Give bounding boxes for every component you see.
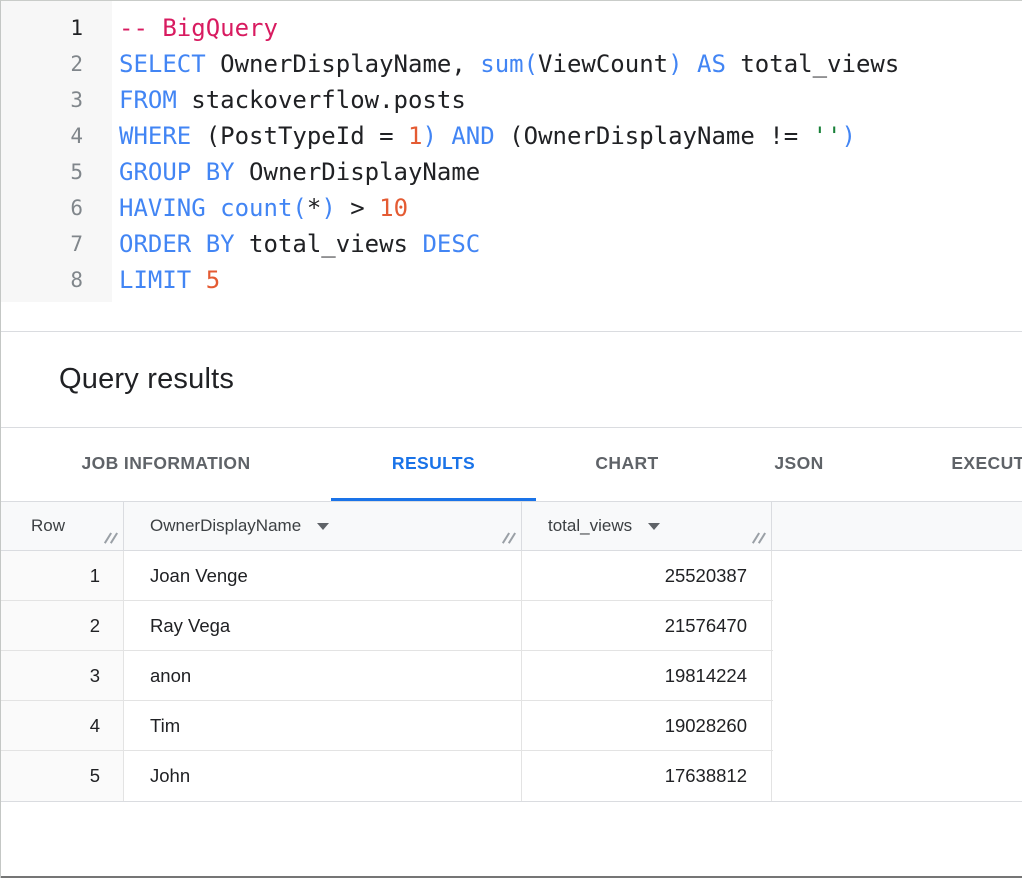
- sql-token-id: stackoverflow.posts: [177, 86, 466, 114]
- results-table-header: Row OwnerDisplayName total_views: [1, 501, 1022, 551]
- table-row: 4Tim19028260: [1, 701, 773, 751]
- sql-token-id: >: [336, 194, 379, 222]
- code-line[interactable]: FROM stackoverflow.posts: [119, 82, 1022, 118]
- query-results-title: Query results: [59, 363, 234, 396]
- column-header-total-views[interactable]: total_views: [522, 502, 772, 550]
- code-line[interactable]: -- BigQuery: [119, 10, 1022, 46]
- column-header-label: total_views: [548, 516, 632, 536]
- caret-down-icon[interactable]: [317, 523, 329, 530]
- owner-name-cell: Ray Vega: [124, 601, 522, 650]
- sql-token-id: total_views: [726, 50, 899, 78]
- code-line[interactable]: ORDER BY total_views DESC: [119, 226, 1022, 262]
- owner-name-cell: Tim: [124, 701, 522, 750]
- query-results-section: Query results: [1, 332, 1022, 428]
- sql-token-id: *: [307, 194, 321, 222]
- line-number: 6: [1, 190, 83, 226]
- caret-down-icon[interactable]: [648, 523, 660, 530]
- tab-chart[interactable]: CHART: [536, 428, 718, 501]
- sql-token-kw: FROM: [119, 86, 177, 114]
- sql-token-kw: HAVING: [119, 194, 206, 222]
- row-number-cell: 3: [1, 651, 124, 700]
- table-row: 2Ray Vega21576470: [1, 601, 773, 651]
- sql-token-kw: ): [668, 50, 682, 78]
- code-line[interactable]: SELECT OwnerDisplayName, sum(ViewCount) …: [119, 46, 1022, 82]
- column-header-spacer: [772, 502, 1022, 550]
- sql-token-str: '': [813, 122, 842, 150]
- table-bottom-divider: [1, 801, 1022, 802]
- sql-token-num: 5: [206, 266, 220, 294]
- results-tab-bar: JOB INFORMATIONRESULTSCHARTJSONEXECUTION…: [1, 428, 1022, 501]
- owner-name-cell: anon: [124, 651, 522, 700]
- line-number: 7: [1, 226, 83, 262]
- sql-token-id: [191, 266, 205, 294]
- sql-token-kw: ORDER BY: [119, 230, 235, 258]
- sql-token-num: 10: [379, 194, 408, 222]
- sql-editor[interactable]: 12345678 -- BigQuerySELECT OwnerDisplayN…: [1, 1, 1022, 332]
- bigquery-results-panel: { "editor": { "lines": [ { "num": "1", "…: [0, 0, 1022, 878]
- column-header-label: Row: [31, 516, 65, 536]
- tab-results[interactable]: RESULTS: [331, 428, 536, 501]
- sql-token-id: (OwnerDisplayName !=: [495, 122, 813, 150]
- sql-token-kw: AND: [451, 122, 494, 150]
- row-number-cell: 2: [1, 601, 124, 650]
- sql-token-kw: WHERE: [119, 122, 191, 150]
- total-views-cell: 21576470: [522, 601, 772, 650]
- sql-token-kw: ): [842, 122, 856, 150]
- row-number-cell: 4: [1, 701, 124, 750]
- sql-token-kw: ): [321, 194, 335, 222]
- sql-token-id: [683, 50, 697, 78]
- tab-json[interactable]: JSON: [718, 428, 880, 501]
- sql-token-id: [437, 122, 451, 150]
- line-number: 4: [1, 118, 83, 154]
- column-resize-handle[interactable]: [752, 531, 766, 545]
- row-number-cell: 1: [1, 551, 124, 600]
- code-line[interactable]: WHERE (PostTypeId = 1) AND (OwnerDisplay…: [119, 118, 1022, 154]
- line-number: 2: [1, 46, 83, 82]
- column-header-ownerdisplayname[interactable]: OwnerDisplayName: [124, 502, 522, 550]
- sql-token-kw: GROUP BY: [119, 158, 235, 186]
- table-row: 5John17638812: [1, 751, 773, 801]
- results-table-body: 1Joan Venge255203872Ray Vega215764703ano…: [1, 551, 1022, 801]
- total-views-cell: 25520387: [522, 551, 772, 600]
- sql-token-kw: sum(: [480, 50, 538, 78]
- sql-token-comment: -- BigQuery: [119, 14, 278, 42]
- total-views-cell: 19028260: [522, 701, 772, 750]
- sql-token-id: [206, 194, 220, 222]
- line-number: 1: [1, 10, 83, 46]
- sql-code[interactable]: -- BigQuery SELECT OwnerDisplayName, sum(…: [112, 1, 1022, 298]
- sql-token-kw: DESC: [422, 230, 480, 258]
- sql-token-id: OwnerDisplayName: [235, 158, 481, 186]
- line-number-gutter: 12345678: [1, 1, 112, 302]
- owner-name-cell: Joan Venge: [124, 551, 522, 600]
- column-resize-handle[interactable]: [502, 531, 516, 545]
- sql-token-num: 1: [408, 122, 422, 150]
- owner-name-cell: John: [124, 751, 522, 801]
- sql-token-id: ViewCount: [538, 50, 668, 78]
- sql-token-id: OwnerDisplayName,: [206, 50, 481, 78]
- tab-job-information[interactable]: JOB INFORMATION: [1, 428, 331, 501]
- sql-token-kw: LIMIT: [119, 266, 191, 294]
- tab-execution-details[interactable]: EXECUTION DETAILS: [880, 428, 1022, 501]
- total-views-cell: 17638812: [522, 751, 772, 801]
- code-line[interactable]: GROUP BY OwnerDisplayName: [119, 154, 1022, 190]
- column-resize-handle[interactable]: [104, 531, 118, 545]
- line-number: 5: [1, 154, 83, 190]
- code-line[interactable]: LIMIT 5: [119, 262, 1022, 298]
- table-row: 3anon19814224: [1, 651, 773, 701]
- sql-token-kw: SELECT: [119, 50, 206, 78]
- row-number-cell: 5: [1, 751, 124, 801]
- sql-token-kw: count(: [220, 194, 307, 222]
- sql-token-id: total_views: [235, 230, 423, 258]
- total-views-cell: 19814224: [522, 651, 772, 700]
- column-header-label: OwnerDisplayName: [150, 516, 301, 536]
- line-number: 3: [1, 82, 83, 118]
- table-row: 1Joan Venge25520387: [1, 551, 773, 601]
- line-number: 8: [1, 262, 83, 298]
- sql-token-kw: ): [422, 122, 436, 150]
- column-header-row[interactable]: Row: [1, 502, 124, 550]
- sql-token-id: (PostTypeId =: [191, 122, 408, 150]
- sql-token-kw: AS: [697, 50, 726, 78]
- code-line[interactable]: HAVING count(*) > 10: [119, 190, 1022, 226]
